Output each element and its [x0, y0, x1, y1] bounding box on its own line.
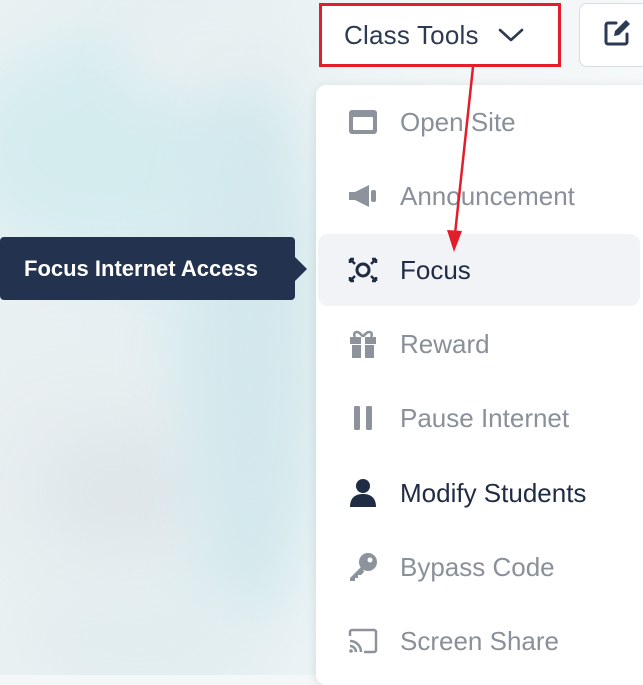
menu-item-label: Modify Students — [400, 477, 587, 508]
edit-button[interactable] — [579, 3, 643, 67]
chevron-down-icon — [497, 26, 525, 44]
user-icon — [346, 476, 380, 510]
pause-icon — [346, 401, 380, 435]
menu-item-label: Bypass Code — [400, 551, 555, 582]
cast-icon — [346, 624, 380, 658]
menu-item-pause-internet[interactable]: Pause Internet — [318, 382, 640, 454]
key-icon — [346, 550, 380, 584]
menu-item-label: Focus — [400, 254, 471, 285]
edit-icon — [602, 18, 632, 53]
menu-item-label: Reward — [400, 328, 490, 359]
menu-item-reward[interactable]: Reward — [318, 308, 640, 380]
browser-window-icon — [346, 105, 380, 139]
menu-item-label: Pause Internet — [400, 402, 570, 433]
tooltip-text: Focus Internet Access — [24, 255, 258, 281]
tooltip-pointer — [295, 256, 307, 281]
menu-item-label: Screen Share — [400, 625, 559, 656]
menu-item-focus[interactable]: Focus — [318, 234, 640, 306]
class-tools-label: Class Tools — [344, 19, 479, 50]
menu-item-announcement[interactable]: Announcement — [318, 160, 640, 232]
focus-icon — [346, 253, 380, 287]
class-tools-menu: Open Site Announcement Focus Reward Paus… — [316, 85, 643, 685]
menu-item-modify-students[interactable]: Modify Students — [318, 457, 640, 529]
menu-item-label: Open Site — [400, 106, 516, 137]
menu-item-label: Announcement — [400, 180, 575, 211]
menu-item-open-site[interactable]: Open Site — [318, 86, 640, 158]
megaphone-icon — [346, 179, 380, 213]
class-tools-dropdown-button[interactable]: Class Tools — [319, 3, 561, 67]
focus-tooltip: Focus Internet Access — [0, 237, 307, 300]
gift-icon — [346, 327, 380, 361]
menu-item-bypass-code[interactable]: Bypass Code — [318, 531, 640, 603]
menu-item-screen-share[interactable]: Screen Share — [318, 605, 640, 677]
